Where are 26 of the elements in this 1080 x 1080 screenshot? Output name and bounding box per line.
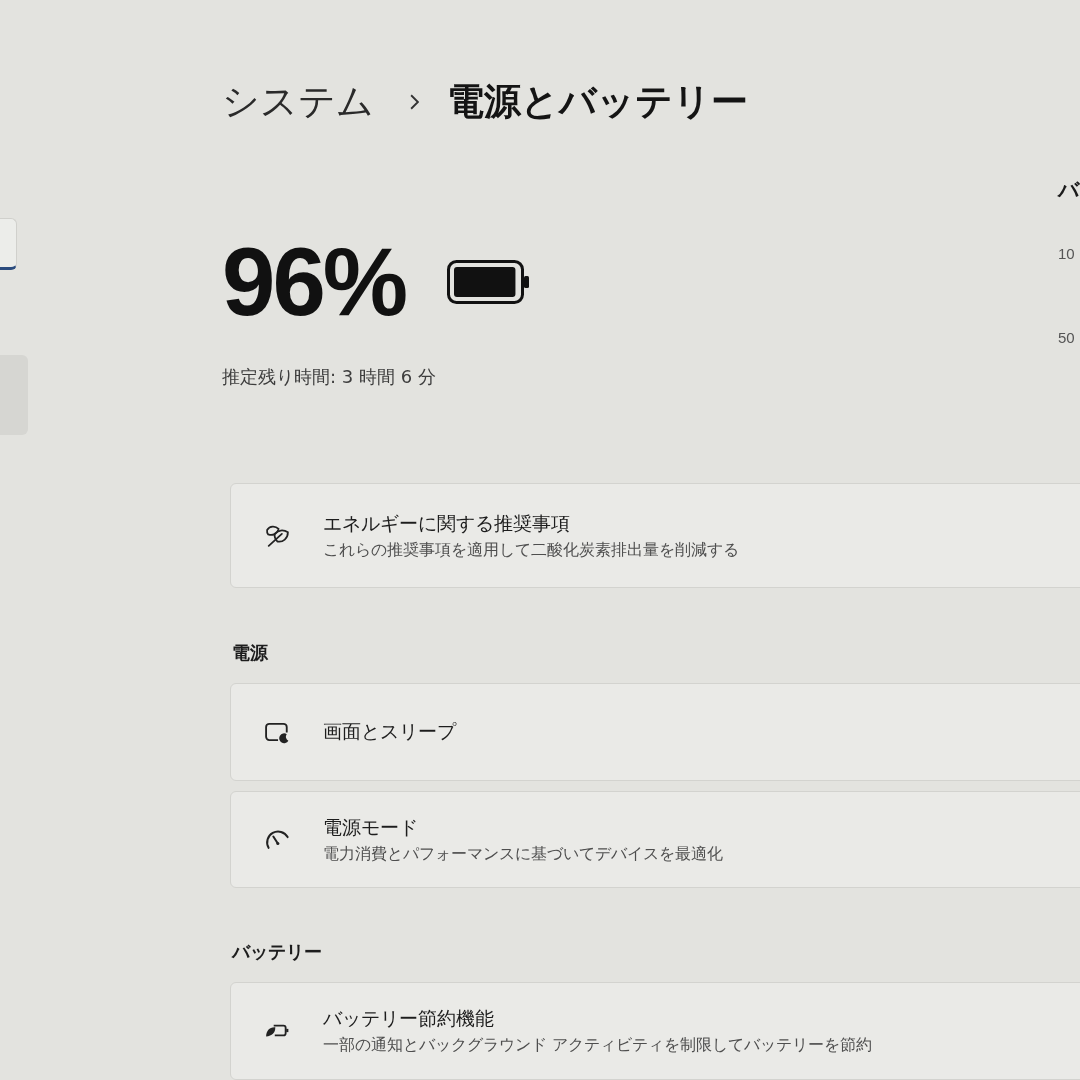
gauge-icon bbox=[265, 828, 290, 852]
settings-card[interactable]: エネルギーに関する推奨事項 これらの推奨事項を適用して二酸化炭素排出量を削減する bbox=[230, 483, 1080, 589]
settings-card[interactable]: バッテリー節約機能 一部の通知とバックグラウンド アクティビティを制限してバッテリーを節約 bbox=[230, 981, 1080, 1080]
monitor-moon-icon bbox=[265, 720, 290, 744]
remaining-time-text: 推定残り時間: 3 時間 6 分 bbox=[222, 365, 436, 389]
search-field[interactable] bbox=[0, 218, 17, 270]
panel-title: バ bbox=[1058, 177, 1080, 204]
card-description: これらの推奨事項を適用して二酸化炭素排出量を削減する bbox=[323, 538, 739, 561]
settings-card[interactable]: 電源モード 電力消費とパフォーマンスに基づいてデバイスを最適化 bbox=[230, 791, 1080, 888]
breadcrumb-link[interactable]: システム bbox=[222, 78, 374, 126]
card-description: 電力消費とパフォーマンスに基づいてデバイスを最適化 bbox=[323, 842, 723, 865]
page-title: 電源とバッテリー bbox=[447, 79, 748, 125]
battery-icon bbox=[447, 260, 530, 304]
chevron-right-icon bbox=[410, 94, 419, 110]
card-title: バッテリー節約機能 bbox=[323, 1006, 494, 1031]
section-heading: バッテリー bbox=[232, 939, 322, 964]
card-description: 一部の通知とバックグラウンド アクティビティを制限してバッテリーを節約 bbox=[323, 1033, 873, 1056]
leaf-icon bbox=[265, 524, 290, 548]
axis-label: 10 bbox=[1058, 244, 1075, 264]
card-title: 電源モード bbox=[323, 815, 418, 840]
settings-card[interactable]: 画面とスリープ bbox=[230, 683, 1080, 782]
card-title: 画面とスリープ bbox=[323, 720, 456, 745]
card-title: エネルギーに関する推奨事項 bbox=[323, 511, 570, 536]
axis-label: 50 bbox=[1058, 328, 1075, 348]
section-heading: 電源 bbox=[232, 641, 268, 666]
battery-percentage: 96% bbox=[222, 232, 406, 332]
